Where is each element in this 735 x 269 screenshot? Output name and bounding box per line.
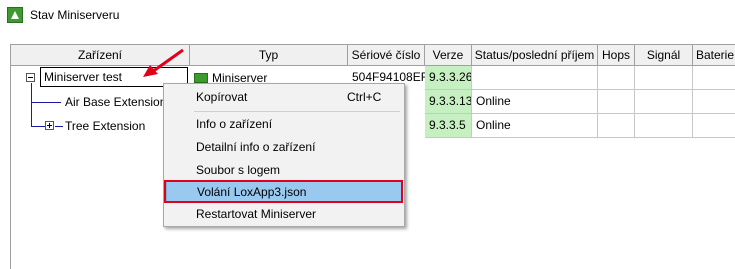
- shortcut-label: Ctrl+C: [347, 90, 382, 104]
- menu-item-device-info[interactable]: Info o zařízení: [166, 113, 402, 135]
- menu-item-copy[interactable]: Kopírovat Ctrl+C: [166, 86, 402, 108]
- menu-separator: [194, 111, 400, 112]
- context-menu: Kopírovat Ctrl+C Info o zařízení Detailn…: [163, 83, 405, 227]
- menu-item-restart[interactable]: Restartovat Miniserver: [166, 203, 402, 225]
- highlight-box: [164, 180, 403, 203]
- menu-item-log-file[interactable]: Soubor s logem: [166, 159, 402, 181]
- menu-item-detailed-info[interactable]: Detailní info o zařízení: [166, 136, 402, 158]
